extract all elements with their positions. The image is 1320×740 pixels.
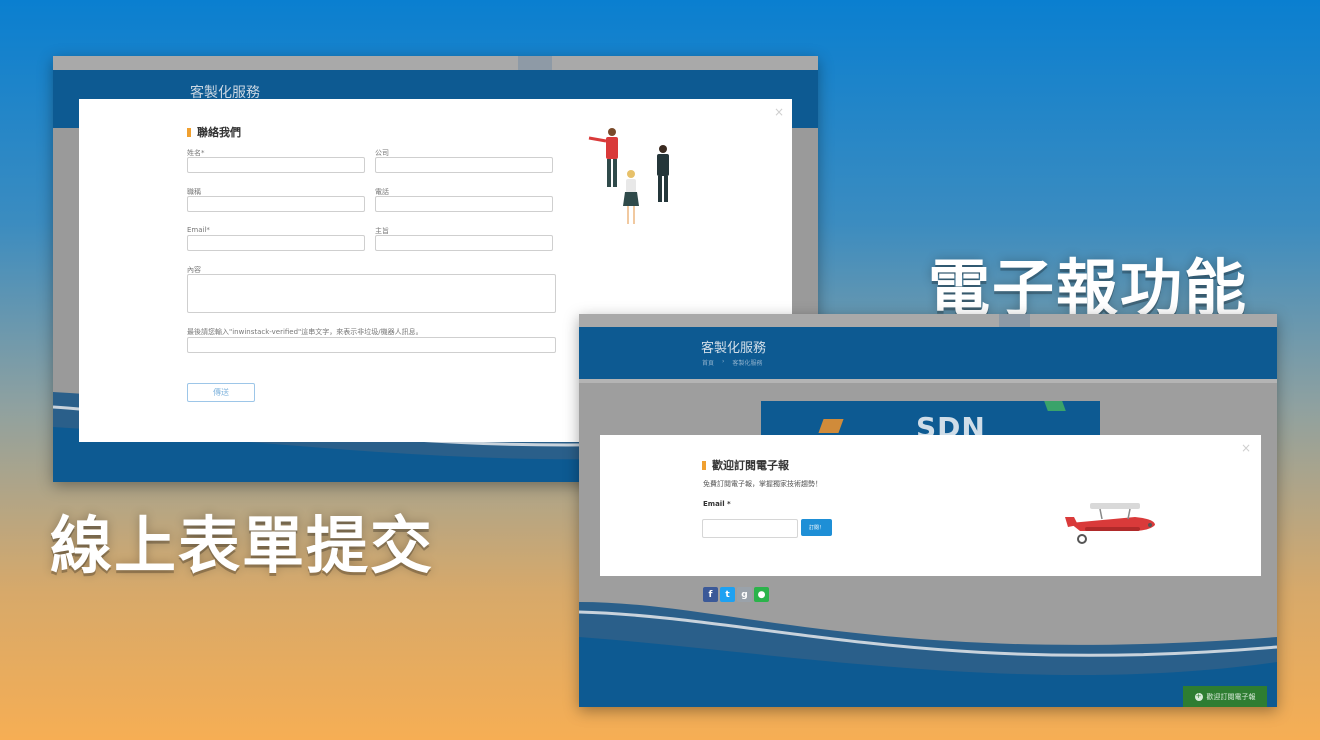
- email-input[interactable]: [187, 235, 365, 251]
- email-input[interactable]: [702, 519, 798, 538]
- section-title-text: 聯絡我們: [197, 126, 241, 139]
- browser-topbar: [53, 56, 818, 70]
- subject-input[interactable]: [375, 235, 553, 251]
- job-title-input[interactable]: [187, 196, 365, 212]
- verify-label: 最後請您輸入"inwinstack-verified"這串文字，來表示非垃圾/機…: [187, 328, 423, 336]
- section-title: 聯絡我們: [187, 124, 241, 140]
- topbar-tab: [999, 314, 1030, 327]
- close-icon[interactable]: ×: [1241, 441, 1251, 455]
- header-divider: [579, 379, 1277, 383]
- banner-decoration: [818, 419, 844, 433]
- breadcrumb-current: 客製化服務: [732, 360, 763, 367]
- content-textarea[interactable]: [187, 274, 556, 313]
- breadcrumb-home[interactable]: 首頁: [702, 358, 714, 367]
- verify-input[interactable]: [187, 337, 556, 353]
- name-input[interactable]: [187, 157, 365, 173]
- close-icon[interactable]: ×: [774, 105, 784, 119]
- section-title: 歡迎訂閱電子報: [702, 457, 789, 473]
- newsletter-modal: × 歡迎訂閱電子報 免費訂閱電子報，掌握獨家技術趨勢！ Email * 訂閱！: [600, 435, 1261, 576]
- site-header: 客製化服務 首頁 › 客製化服務: [579, 327, 1277, 379]
- plus-circle-icon: +: [1194, 692, 1203, 701]
- title-accent-bar: [702, 460, 706, 470]
- email-label: Email *: [703, 500, 731, 508]
- page-title: 客製化服務: [701, 341, 767, 356]
- background-wave: [579, 602, 1277, 707]
- company-input[interactable]: [375, 157, 553, 173]
- breadcrumb-separator: ›: [722, 358, 725, 365]
- banner-decoration: [1044, 401, 1066, 411]
- subscribe-button[interactable]: 訂閱！: [801, 519, 832, 536]
- section-title-text: 歡迎訂閱電子報: [712, 459, 789, 472]
- topbar-tab: [518, 56, 552, 70]
- submit-button[interactable]: 傳送: [187, 383, 255, 402]
- newsletter-screenshot: 客製化服務 首頁 › 客製化服務 SDN f t g ● × 歡迎訂閱電子報 免…: [579, 314, 1277, 707]
- airplane-illustration: [1065, 503, 1155, 544]
- title-accent-bar: [187, 127, 191, 137]
- browser-topbar: [579, 314, 1277, 327]
- email-label: Email*: [187, 226, 210, 234]
- breadcrumb: 首頁 › 客製化服務: [702, 358, 762, 367]
- people-illustration: [588, 128, 669, 224]
- headline-online-form: 線上表單提交: [50, 509, 435, 582]
- floating-tab-label: 歡迎訂閱電子報: [1206, 692, 1256, 701]
- floating-subscribe-tab[interactable]: + 歡迎訂閱電子報: [1183, 686, 1267, 707]
- newsletter-description: 免費訂閱電子報，掌握獨家技術趨勢！: [703, 480, 822, 488]
- phone-input[interactable]: [375, 196, 553, 212]
